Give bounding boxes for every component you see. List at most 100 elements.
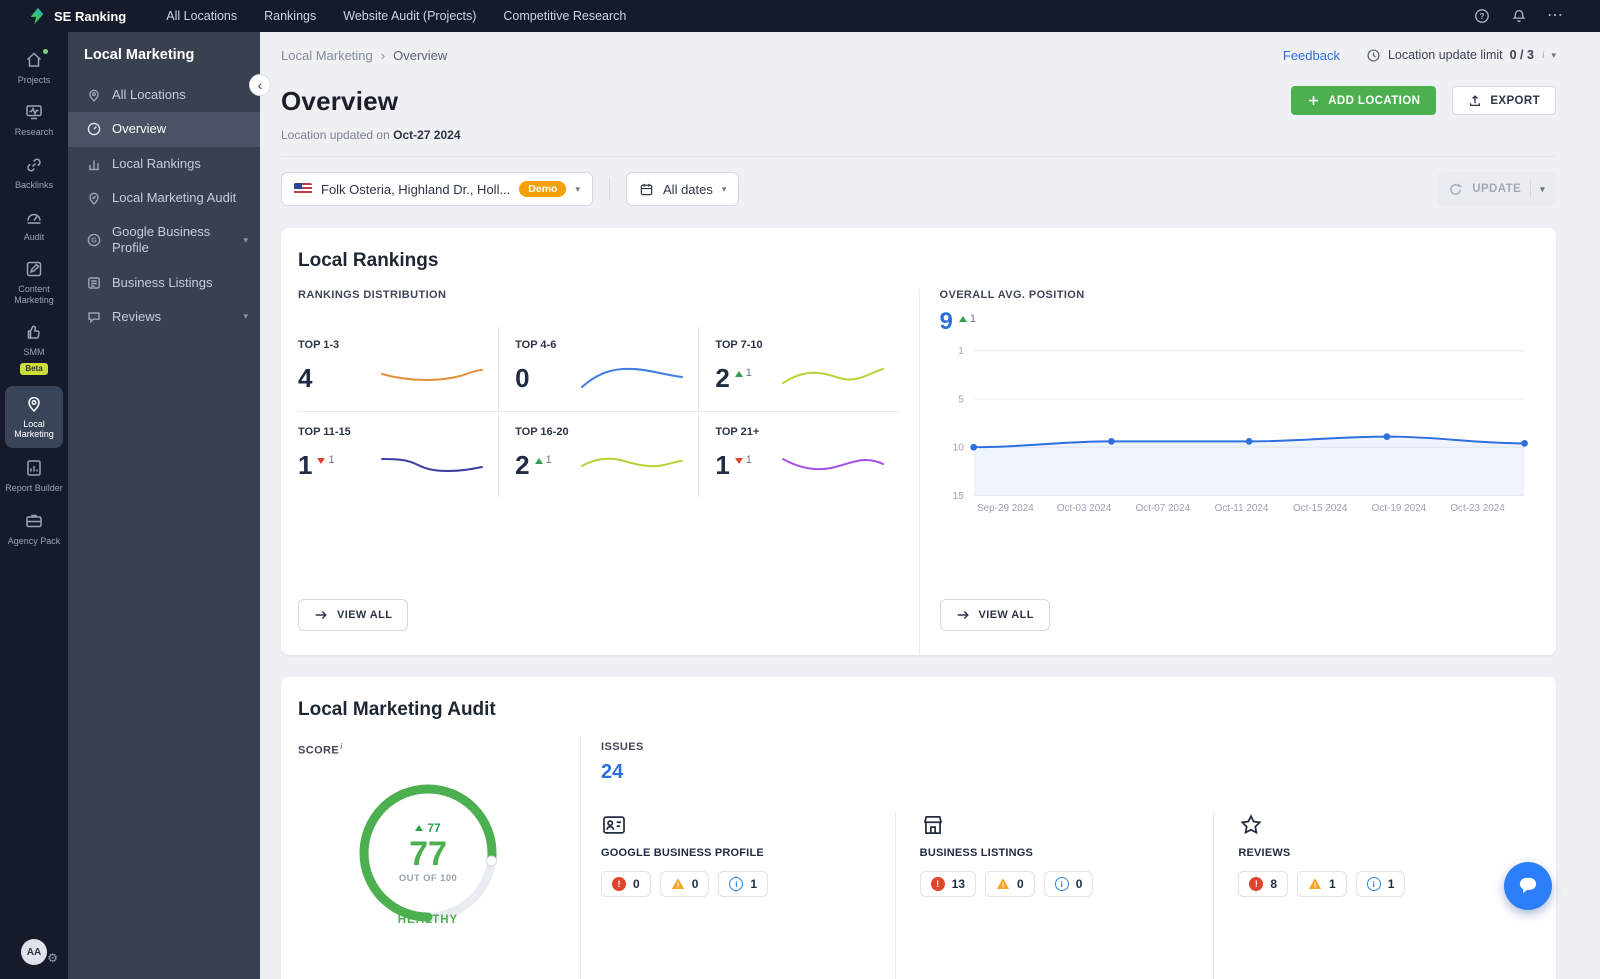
bucket-value: 1: [298, 450, 313, 480]
warnings-badge[interactable]: ! 1: [1297, 871, 1347, 897]
sidebar-collapse-button[interactable]: ‹: [249, 74, 271, 96]
sidebar-item-overview[interactable]: Overview: [68, 112, 260, 147]
sidebar-item-all-locations[interactable]: All Locations: [68, 78, 260, 112]
feedback-link[interactable]: Feedback: [1283, 48, 1340, 63]
location-selector[interactable]: Folk Osteria, Highland Dr., Holl... Demo…: [281, 172, 594, 206]
sidebar-item-local-marketing-audit[interactable]: Local Marketing Audit: [68, 181, 260, 215]
rail-item-agency-pack[interactable]: Agency Pack: [0, 503, 68, 555]
notices-badge[interactable]: i0: [1043, 871, 1094, 897]
topnav-rankings[interactable]: Rankings: [264, 9, 316, 23]
bucket-value: 4: [298, 363, 313, 393]
notice-icon: i: [1366, 877, 1381, 891]
rail-item-audit[interactable]: Audit: [0, 199, 68, 251]
rail-item-projects[interactable]: Projects: [0, 42, 68, 94]
bucket-label: TOP 11-15: [298, 426, 351, 438]
avg-position-value: 9: [939, 308, 953, 335]
topnav-website-audit[interactable]: Website Audit (Projects): [343, 9, 476, 23]
bucket-top-21-plus: TOP 21+ 1 1: [698, 412, 898, 498]
breadcrumb-parent[interactable]: Local Marketing: [281, 48, 373, 63]
avg-position-chart: 151015Sep-29 2024 Oct-03 2024 Oct-07 2024 O…: [952, 346, 1528, 514]
reviews-bubble-icon: [88, 312, 100, 324]
arrow-right-icon: [315, 611, 327, 619]
bucket-value: 2: [715, 363, 730, 393]
warning-icon: !: [1308, 878, 1322, 890]
svg-text:!: !: [1002, 881, 1005, 890]
rail-label: Content Marketing: [14, 284, 54, 305]
chat-widget-button[interactable]: [1504, 862, 1552, 910]
rail-label: Agency Pack: [7, 535, 61, 546]
sidebar-title: Local Marketing: [84, 47, 195, 63]
update-divider: [1530, 180, 1532, 198]
chevron-down-icon: ▾: [243, 311, 248, 322]
errors-badge[interactable]: ! 8: [1238, 871, 1289, 897]
avg-position-view-all-button[interactable]: VIEW ALL: [939, 599, 1050, 631]
more-menu-icon[interactable]: ⋯: [1547, 8, 1564, 24]
date-range-label: All dates: [663, 181, 713, 197]
chevron-down-icon[interactable]: ▾: [1540, 184, 1545, 195]
score-value: 77: [409, 835, 447, 874]
rail-item-smm[interactable]: SMM Beta: [0, 314, 68, 384]
breadcrumb: Local Marketing › Overview: [281, 48, 447, 63]
svg-text:Sep-29 2024: Sep-29 2024: [977, 503, 1034, 514]
warning-icon: !: [996, 878, 1010, 890]
rail-item-report-builder[interactable]: Report Builder: [0, 450, 68, 502]
notifications-bell-icon[interactable]: [1510, 8, 1527, 25]
top-bar: SE Ranking All Locations Rankings Websit…: [0, 0, 1600, 32]
sidebar-item-business-listings[interactable]: Business Listings: [68, 266, 260, 300]
topnav-all-locations[interactable]: All Locations: [166, 9, 237, 23]
notices-badge[interactable]: i1: [1355, 871, 1406, 897]
se-ranking-logo-icon: [30, 7, 44, 25]
rail-item-local-marketing[interactable]: Local Marketing: [5, 385, 63, 449]
topnav-competitive-research[interactable]: Competitive Research: [503, 9, 626, 23]
arrow-up-icon: [534, 457, 543, 464]
bucket-value: 0: [515, 363, 530, 393]
updated-label: Location updated on: [281, 128, 390, 142]
sidebar-item-google-business-profile[interactable]: G Google Business Profile ▾: [68, 215, 260, 266]
category-label: BUSINESS LISTINGS: [919, 847, 1034, 859]
errors-badge[interactable]: ! 13: [919, 871, 977, 897]
warnings-badge[interactable]: ! 0: [659, 871, 710, 897]
brand[interactable]: SE Ranking: [28, 7, 126, 25]
score-status: HEALTHY: [397, 913, 459, 926]
svg-text:G: G: [91, 238, 97, 245]
audit-pin-icon: [89, 192, 99, 205]
sidebar-item-label: All Locations: [112, 87, 186, 102]
export-button[interactable]: EXPORT: [1452, 86, 1556, 115]
settings-gear-icon[interactable]: ⚙: [47, 951, 58, 965]
rankings-distribution-grid: TOP 1-3 4 TOP 4-6 0 TOP 7-10 2 1 TOP 11-…: [298, 325, 899, 498]
pin-icon: [89, 89, 99, 103]
sparkline: [381, 369, 484, 381]
add-location-button[interactable]: ADD LOCATION: [1291, 86, 1437, 115]
issues-count: 24: [601, 761, 624, 783]
home-icon: [26, 52, 42, 67]
overall-avg-position-label: OVERALL AVG. POSITION: [939, 289, 1085, 301]
sidebar-item-reviews[interactable]: Reviews ▾: [68, 300, 260, 334]
bucket-top-16-20: TOP 16-20 2 1: [498, 412, 698, 498]
rail-item-content-marketing[interactable]: Content Marketing: [0, 251, 68, 314]
location-update-limit[interactable]: Location update limit 0 / 3 i ▾: [1366, 48, 1556, 63]
errors-badge[interactable]: ! 0: [601, 871, 651, 897]
notice-icon: i: [1054, 877, 1069, 891]
user-avatar[interactable]: AA: [21, 939, 47, 965]
help-icon[interactable]: ?: [1473, 8, 1490, 25]
score-gauge: 77 77 OUT OF 100 HEALTHY: [348, 773, 508, 933]
local-marketing-sidebar: Local Marketing ‹ All Locations Overview…: [68, 32, 271, 979]
star-icon: [1240, 814, 1262, 835]
rail-item-backlinks[interactable]: Backlinks: [0, 147, 68, 199]
storefront-icon: [923, 816, 942, 834]
date-range-selector[interactable]: All dates ▾: [626, 172, 740, 206]
arrow-up-icon: [734, 370, 743, 377]
limit-label: Location update limit: [1387, 48, 1503, 62]
rail-label: Local Marketing: [14, 418, 54, 439]
toolbar-divider: [609, 178, 611, 200]
chevron-down-icon: ▾: [1551, 49, 1556, 60]
refresh-icon: [1450, 183, 1462, 195]
sidebar-item-local-rankings[interactable]: Local Rankings: [68, 147, 260, 181]
export-icon: [1470, 94, 1481, 106]
warnings-badge[interactable]: ! 0: [985, 871, 1035, 897]
rail-item-research[interactable]: Research: [0, 94, 68, 146]
update-button[interactable]: UPDATE ▾: [1437, 172, 1556, 206]
rankings-view-all-button[interactable]: VIEW ALL: [298, 599, 409, 631]
gauge-icon: [27, 213, 41, 224]
notices-badge[interactable]: i1: [718, 871, 769, 897]
